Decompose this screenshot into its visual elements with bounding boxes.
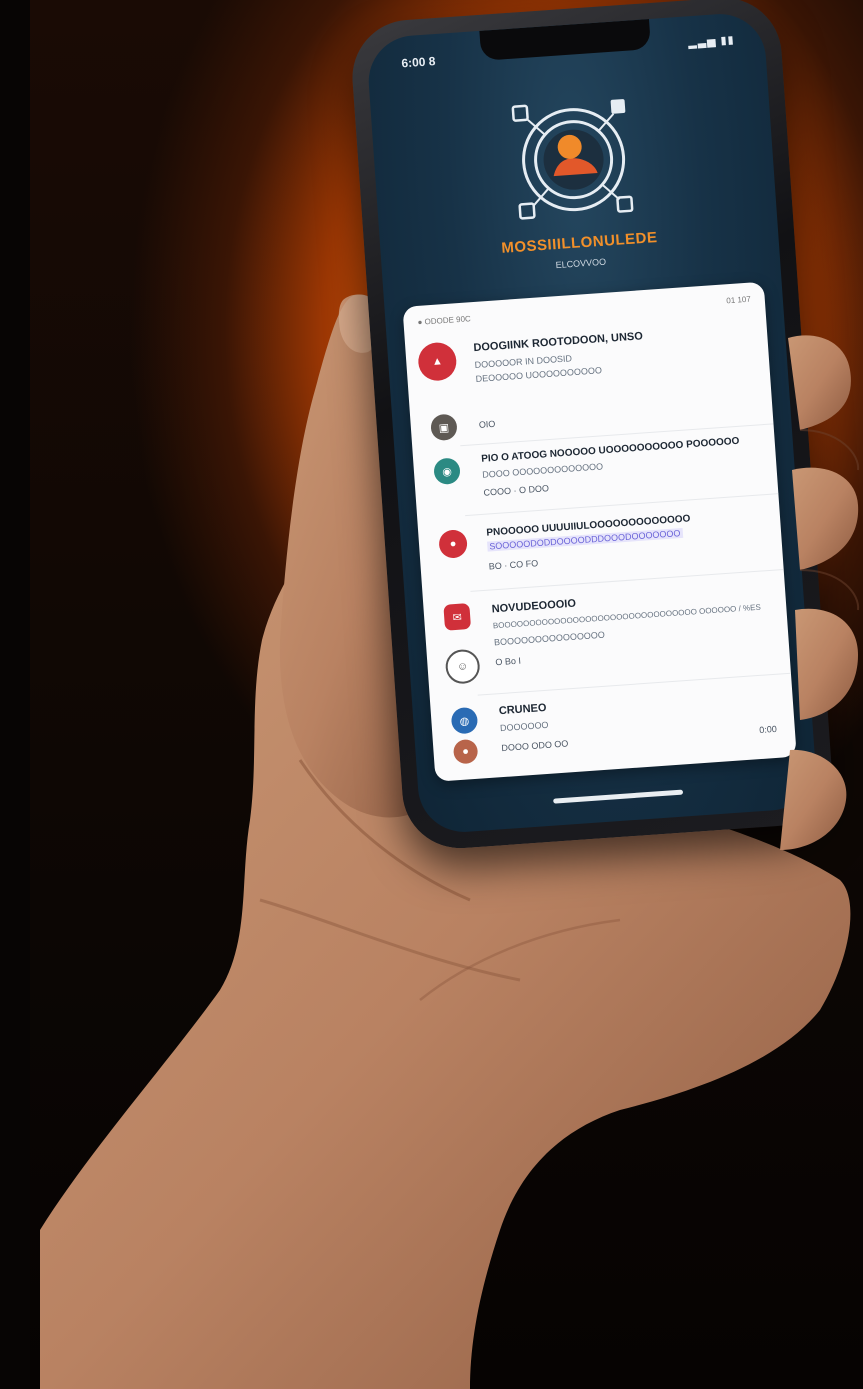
device-icon: ▣ (430, 413, 458, 442)
item-line: BOOOOOOOOOOOOOOO (493, 629, 606, 648)
card-header-left: ● ODODE 90C (417, 314, 472, 327)
home-indicator[interactable] (553, 789, 684, 804)
smartphone: 6:00 8 ▂▃▅ ▮▮ MOSSIIILLONULEDE ELCOVVOO … (348, 0, 836, 852)
item-line: BO · CO FO (488, 558, 539, 572)
status-time: 6:00 8 (400, 54, 436, 71)
list-item[interactable]: ▲ DOOGIINK ROOTODOON, UNSO DOOOOOR IN DO… (417, 316, 759, 403)
background-scene: 6:00 8 ▂▃▅ ▮▮ MOSSIIILLONULEDE ELCOVVOO … (0, 0, 863, 1389)
brand-logo-icon (511, 99, 634, 220)
card-header-right: 01 107 (726, 294, 752, 306)
alert-icon: ▲ (417, 341, 458, 382)
phone-screen: 6:00 8 ▂▃▅ ▮▮ MOSSIIILLONULEDE ELCOVVOO … (365, 11, 819, 835)
notification-card: ● ODODE 90C 01 107 ▲ DOOGIINK ROOTODOON,… (402, 281, 797, 782)
user-avatar: ● (452, 738, 479, 765)
item-line: DOOOOOO (499, 719, 549, 734)
item-line: COOO · O DOO (483, 483, 550, 498)
list-item[interactable]: ◍ CRUNEO DOOOOOO ● DOOO ODO OO 0:00 (442, 682, 784, 775)
item-line: O Bo I (495, 655, 522, 668)
app-icon: ◉ (433, 457, 461, 486)
list-item[interactable]: ✉ NOVUDEOOOIO BOOOOOOOOOOOOOOOOOOOOOOOOO… (435, 578, 779, 693)
item-title: CRUNEO (498, 701, 547, 718)
notification-icon: ● (438, 529, 469, 559)
item-line: DOOO ODO OO (501, 738, 569, 754)
item-line: OIO (478, 418, 496, 430)
item-title: DOOGIINK ROOTODOON, UNSO (473, 330, 644, 355)
globe-icon: ◍ (450, 706, 479, 735)
signal-battery-icon: ▂▃▅ ▮▮ (687, 34, 736, 50)
item-title: NOVUDEOOOIO (491, 597, 577, 616)
message-icon: ✉ (443, 603, 472, 631)
list-item[interactable]: ● PNOOOOO UUUUIIULOOOOOOOOOOOOO SOOOOODO… (430, 504, 771, 587)
item-line: DOOO OOOOOOOOOOOOO (481, 461, 604, 480)
item-time: 0:00 (758, 723, 778, 736)
face-icon: ☺ (444, 648, 481, 685)
